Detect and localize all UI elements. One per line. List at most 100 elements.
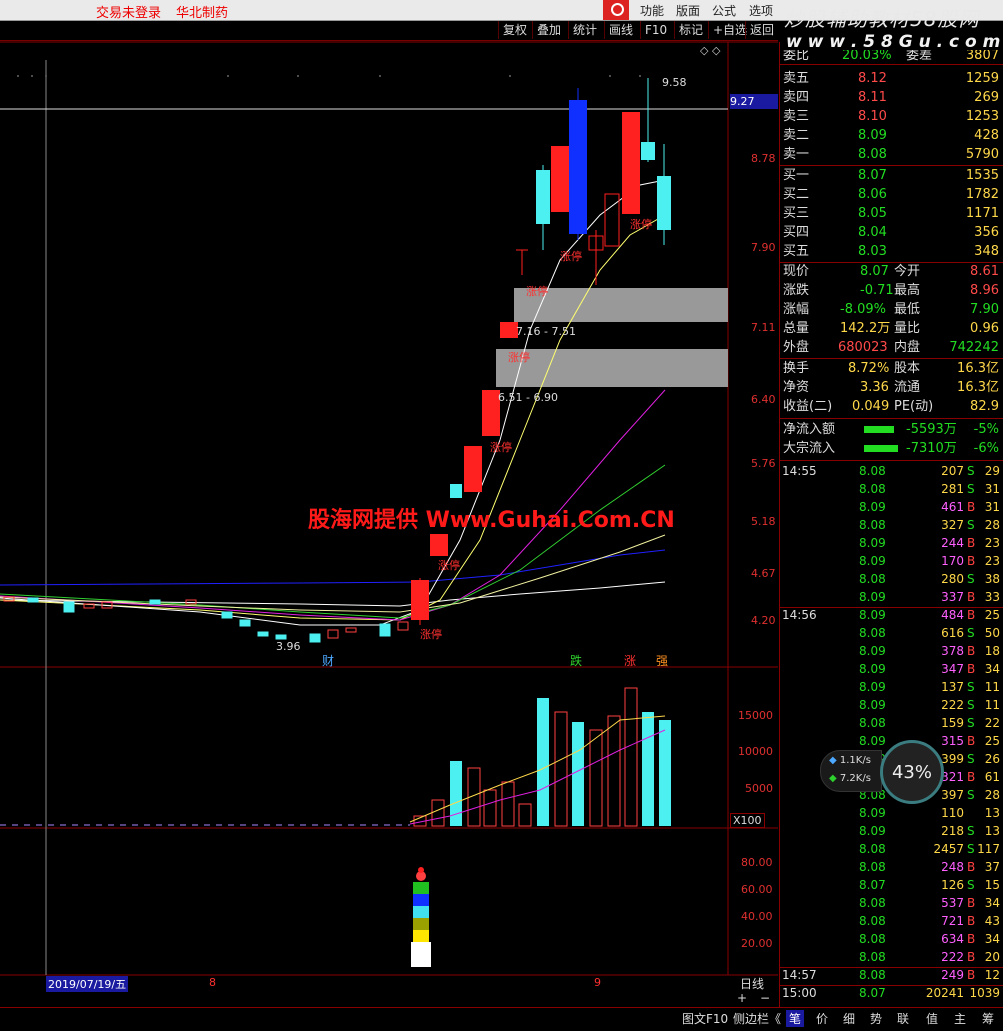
tab-sidebar[interactable]: 侧边栏《: [733, 1010, 781, 1027]
toolbar-draw[interactable]: 画线: [604, 21, 637, 39]
tick-pr: 8.08: [859, 914, 886, 928]
event-zhang[interactable]: 涨: [624, 652, 636, 669]
price-tick: 4.67: [751, 567, 776, 580]
ask-row-1[interactable]: 卖一 8.08 5790: [782, 145, 1002, 164]
tick-tm: 14:55: [782, 464, 817, 478]
tab-value[interactable]: 值: [926, 1010, 938, 1027]
tab-chips[interactable]: 筹: [982, 1010, 994, 1027]
tick-cnt: 22: [984, 716, 1000, 730]
net-inflow-row: 净流入额 -5593万 -5%: [783, 422, 999, 437]
menu-layout[interactable]: 版面: [676, 2, 700, 19]
toolbar-back[interactable]: 返回: [745, 21, 778, 39]
tick-cnt: 12: [984, 968, 1000, 982]
limit-up-label: 涨停: [508, 351, 530, 364]
tick-vol: 249: [941, 968, 964, 982]
ask-row-2[interactable]: 卖二 8.09 428: [782, 126, 1002, 145]
tab-f10[interactable]: 图文F10: [682, 1010, 728, 1027]
vol-tick: 15000: [738, 709, 773, 722]
tab-link[interactable]: 联: [897, 1010, 909, 1027]
tick-vol: 222: [941, 950, 964, 964]
tick-cnt: 25: [984, 608, 1000, 622]
tick-bs: B: [967, 968, 976, 982]
toolbar-f10[interactable]: F10: [640, 21, 671, 39]
tab-ticks[interactable]: 笔: [786, 1010, 805, 1027]
limit-up-label: 涨停: [630, 218, 652, 231]
stat-row: 总量 142.2万 量比 0.96: [783, 321, 999, 336]
tick-row: 8.09 347 B 34: [782, 660, 1002, 678]
tick-pr: 8.09: [859, 644, 886, 658]
tick-vol: 721: [941, 914, 964, 928]
toolbar-stats[interactable]: 统计: [568, 21, 601, 39]
event-cai[interactable]: 财: [322, 652, 334, 669]
tick-row: 8.09 378 B 18: [782, 642, 1002, 660]
tab-main[interactable]: 主: [954, 1010, 966, 1027]
tick-row: 8.09 337 B 33: [782, 588, 1002, 606]
tick-cnt: 50: [984, 626, 1000, 640]
user-icon[interactable]: [603, 0, 629, 20]
toolbar-fuquan[interactable]: 复权: [498, 21, 531, 39]
toolbar-overlay[interactable]: 叠加: [532, 21, 565, 39]
bid-row-1[interactable]: 买一 8.07 1535: [782, 166, 1002, 185]
tab-price[interactable]: 价: [816, 1010, 828, 1027]
bid-row-4[interactable]: 买四 8.04 356: [782, 223, 1002, 242]
tick-pr: 8.08: [859, 950, 886, 964]
tick-pr: 8.09: [859, 500, 886, 514]
tick-vol: 616: [941, 626, 964, 640]
price-tick: 8.78: [751, 152, 776, 165]
menu-options[interactable]: 选项: [749, 2, 773, 19]
tick-vol: 461: [941, 500, 964, 514]
tick-pr: 8.09: [859, 824, 886, 838]
bid-row-5[interactable]: 买五 8.03 348: [782, 242, 1002, 261]
tab-detail[interactable]: 细: [843, 1010, 855, 1027]
login-status[interactable]: 交易未登录: [96, 2, 161, 21]
tick-cnt: 38: [984, 572, 1000, 586]
tick-row: 8.08 616 S 50: [782, 624, 1002, 642]
tick-cnt: 37: [984, 860, 1000, 874]
tick-bs: S: [967, 716, 975, 730]
tick-cnt: 18: [984, 644, 1000, 658]
menu-function[interactable]: 功能: [640, 2, 664, 19]
tick-vol: 248: [941, 860, 964, 874]
tab-trend[interactable]: 势: [870, 1010, 882, 1027]
candle: [641, 142, 655, 160]
block-inflow-row: 大宗流入 -7310万 -6%: [783, 441, 999, 456]
tick-pr: 8.08: [859, 482, 886, 496]
tick-tm: 15:00: [782, 986, 817, 1000]
ask-row-4[interactable]: 卖四 8.11 269: [782, 88, 1002, 107]
menu-formula[interactable]: 公式: [712, 2, 736, 19]
tick-vol: 137: [941, 680, 964, 694]
bid-row-2[interactable]: 买二 8.06 1782: [782, 185, 1002, 204]
stat-row: 现价 8.07 今开 8.61: [783, 264, 999, 279]
price-marker: 9.27: [730, 94, 778, 109]
memory-usage-gauge[interactable]: 43%: [880, 740, 944, 804]
tick-pr: 8.09: [859, 662, 886, 676]
zoom-out-button[interactable]: −: [760, 991, 770, 1005]
tick-bs: S: [967, 464, 975, 478]
tick-pr: 8.08: [859, 716, 886, 730]
ask-row-5[interactable]: 卖五 8.12 1259: [782, 69, 1002, 88]
zoom-in-button[interactable]: +: [737, 991, 747, 1005]
tick-row: 8.08 634 B 34: [782, 930, 1002, 948]
tick-vol: 327: [941, 518, 964, 532]
toolbar-mark[interactable]: 标记: [674, 21, 707, 39]
net-speed-widget[interactable]: ◆ 1.1K/s ◆ 7.2K/s: [820, 750, 882, 792]
event-die[interactable]: 跌: [570, 652, 582, 669]
tick-row: 8.09 218 S 13: [782, 822, 1002, 840]
overlay-watermark: 股海网提供 Www.Guhai.Com.CN: [308, 508, 675, 533]
tick-cnt: 11: [984, 680, 1000, 694]
vol-tick: 10000: [738, 745, 773, 758]
bid-row-3[interactable]: 买三 8.05 1171: [782, 204, 1002, 223]
ask-row-3[interactable]: 卖三 8.10 1253: [782, 107, 1002, 126]
event-qiang[interactable]: 强: [656, 652, 668, 669]
tick-cnt: 33: [984, 590, 1000, 604]
ind-tick: 40.00: [741, 910, 773, 923]
ind-tick: 60.00: [741, 883, 773, 896]
tick-cnt: 25: [984, 734, 1000, 748]
low-label: 3.96: [276, 640, 301, 653]
period-daily[interactable]: 日线: [740, 975, 764, 992]
tick-row: 8.08 248 B 37: [782, 858, 1002, 876]
price-tick: 5.18: [751, 515, 776, 528]
diamond-icon[interactable]: ◇ ◇: [700, 44, 720, 57]
tick-cnt: 23: [984, 536, 1000, 550]
tick-pr: 8.08: [859, 896, 886, 910]
